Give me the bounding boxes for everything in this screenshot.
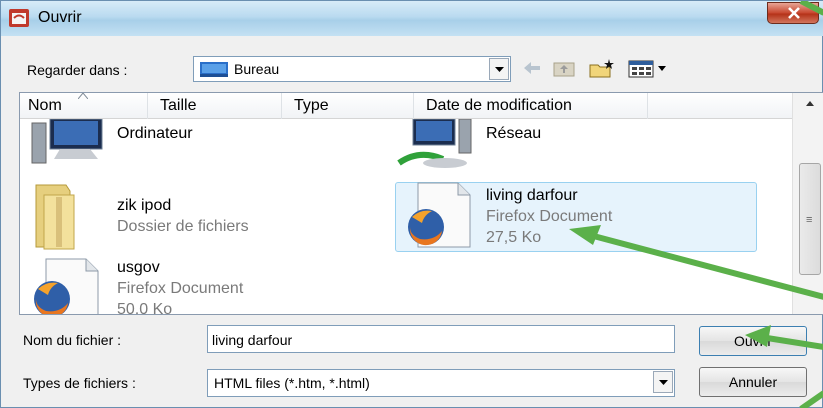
list-item-usgov[interactable]: usgov Firefox Document 50,0 Ko — [20, 257, 320, 315]
firefox-document-icon — [408, 182, 471, 248]
open-button[interactable]: Ouvrir — [699, 326, 807, 356]
sort-ascending-icon — [78, 93, 88, 99]
open-dialog: Ouvrir Regarder dans : Bureau Nom Taille… — [0, 0, 823, 408]
file-list[interactable]: Nom Taille Type Date de modification Ord… — [19, 92, 823, 315]
filetype-value: HTML files (*.htm, *.html) — [214, 375, 370, 391]
usgov-size: 50,0 Ko — [117, 301, 173, 315]
desktop-icon — [200, 62, 228, 77]
lookin-dropdown[interactable]: Bureau — [193, 56, 511, 82]
folder-label: zik ipod — [117, 197, 172, 214]
computer-icon — [31, 119, 103, 164]
computer-label: Ordinateur — [117, 125, 193, 142]
app-icon — [9, 9, 29, 27]
file-size: 27,5 Ko — [486, 229, 542, 246]
filename-input[interactable]: living darfour — [207, 325, 675, 353]
column-type[interactable]: Type — [282, 93, 414, 119]
list-item-folder[interactable]: zik ipod Dossier de fichiers — [20, 179, 320, 251]
title-bar[interactable]: Ouvrir — [1, 1, 823, 36]
scroll-thumb[interactable]: ≡ — [799, 163, 821, 275]
filename-value: living darfour — [212, 332, 293, 348]
column-name-label: Nom — [28, 97, 62, 114]
network-label: Réseau — [486, 125, 542, 142]
scroll-up-arrow-icon[interactable] — [801, 95, 819, 113]
column-size-label: Taille — [160, 97, 197, 114]
lookin-dropdown-arrow[interactable] — [489, 58, 509, 80]
usgov-kind: Firefox Document — [117, 280, 244, 297]
column-type-label: Type — [294, 97, 329, 114]
lookin-label: Regarder dans : — [27, 62, 128, 78]
view-menu-icon[interactable] — [627, 57, 669, 79]
column-header: Nom Taille Type Date de modification — [20, 93, 792, 119]
lookin-value: Bureau — [234, 61, 280, 77]
column-date-label: Date de modification — [426, 97, 572, 114]
list-item-living-darfour[interactable]: living darfour Firefox Document 27,5 Ko — [395, 182, 757, 252]
close-icon — [788, 7, 800, 19]
file-kind: Firefox Document — [486, 208, 613, 225]
network-icon — [397, 119, 472, 168]
filetype-dropdown[interactable]: HTML files (*.htm, *.html) — [207, 369, 675, 397]
column-date[interactable]: Date de modification — [414, 93, 648, 119]
folder-kind: Dossier de fichiers — [117, 218, 249, 235]
vertical-scrollbar[interactable]: ≡ — [792, 93, 823, 314]
scroll-grip-icon: ≡ — [806, 214, 813, 226]
window-title: Ouvrir — [38, 9, 82, 26]
list-item-computer[interactable]: Ordinateur — [20, 119, 320, 169]
back-arrow-icon[interactable] — [521, 57, 543, 79]
column-name[interactable]: Nom — [20, 93, 148, 119]
folder-icon — [35, 184, 75, 250]
column-size[interactable]: Taille — [148, 93, 282, 119]
list-item-network[interactable]: Réseau — [395, 119, 695, 169]
firefox-document-icon — [34, 258, 99, 314]
filename-label: Nom du fichier : — [23, 332, 122, 348]
up-folder-icon[interactable] — [551, 57, 577, 79]
filetype-dropdown-arrow[interactable] — [653, 371, 673, 393]
close-button[interactable] — [767, 2, 819, 24]
new-folder-icon[interactable] — [587, 57, 617, 79]
cancel-button[interactable]: Annuler — [699, 367, 807, 397]
file-name: living darfour — [486, 187, 578, 204]
usgov-label: usgov — [117, 259, 160, 276]
filetype-label: Types de fichiers : — [23, 375, 136, 391]
chevron-down-icon — [495, 67, 504, 72]
chevron-down-icon — [659, 380, 668, 385]
